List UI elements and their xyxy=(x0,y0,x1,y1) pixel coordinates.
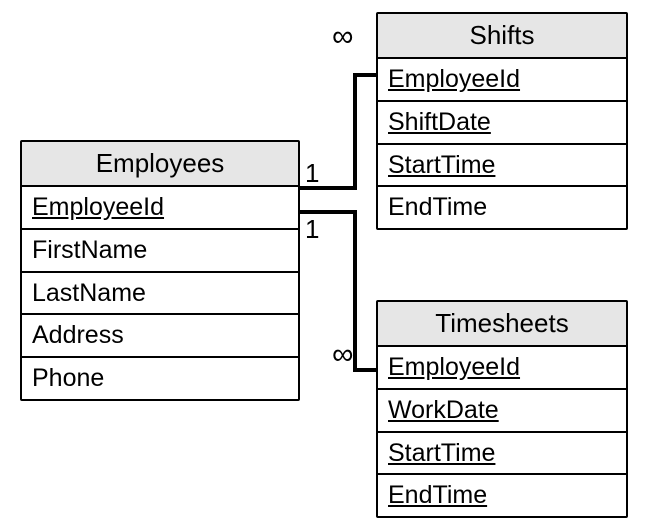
field-name: LastName xyxy=(32,279,146,307)
field-name: FirstName xyxy=(32,236,147,264)
cardinality-one: 1 xyxy=(305,158,319,189)
field-row: ShiftDate xyxy=(378,102,626,145)
field-name: EmployeeId xyxy=(32,193,164,221)
entity-employees: Employees EmployeeId FirstName LastName … xyxy=(20,140,300,401)
field-name: EndTime xyxy=(388,481,487,509)
field-row: EmployeeId xyxy=(378,347,626,390)
cardinality-infinity: ∞ xyxy=(332,20,353,54)
field-name: StartTime xyxy=(388,439,495,467)
field-row: Address xyxy=(22,315,298,358)
field-row: StartTime xyxy=(378,145,626,188)
cardinality-infinity: ∞ xyxy=(332,338,353,372)
entity-shifts: Shifts EmployeeId ShiftDate StartTime En… xyxy=(376,12,628,230)
field-name: EndTime xyxy=(388,193,487,221)
field-row: FirstName xyxy=(22,230,298,273)
field-name: EmployeeId xyxy=(388,65,520,93)
entity-title: Timesheets xyxy=(378,302,626,347)
entity-timesheets: Timesheets EmployeeId WorkDate StartTime… xyxy=(376,300,628,518)
er-diagram: { "entities": { "employees": { "title": … xyxy=(0,0,652,517)
field-name: StartTime xyxy=(388,151,495,179)
entity-title: Employees xyxy=(22,142,298,187)
entity-title: Shifts xyxy=(378,14,626,59)
field-row: Phone xyxy=(22,358,298,399)
field-row: LastName xyxy=(22,273,298,316)
field-row: StartTime xyxy=(378,433,626,476)
field-name: EmployeeId xyxy=(388,353,520,381)
field-row: EmployeeId xyxy=(22,187,298,230)
cardinality-one: 1 xyxy=(305,214,319,245)
field-name: Phone xyxy=(32,364,104,392)
field-name: ShiftDate xyxy=(388,108,491,136)
field-name: WorkDate xyxy=(388,396,499,424)
field-row: WorkDate xyxy=(378,390,626,433)
field-name: Address xyxy=(32,321,124,349)
field-row: EndTime xyxy=(378,187,626,228)
field-row: EmployeeId xyxy=(378,59,626,102)
field-row: EndTime xyxy=(378,475,626,516)
